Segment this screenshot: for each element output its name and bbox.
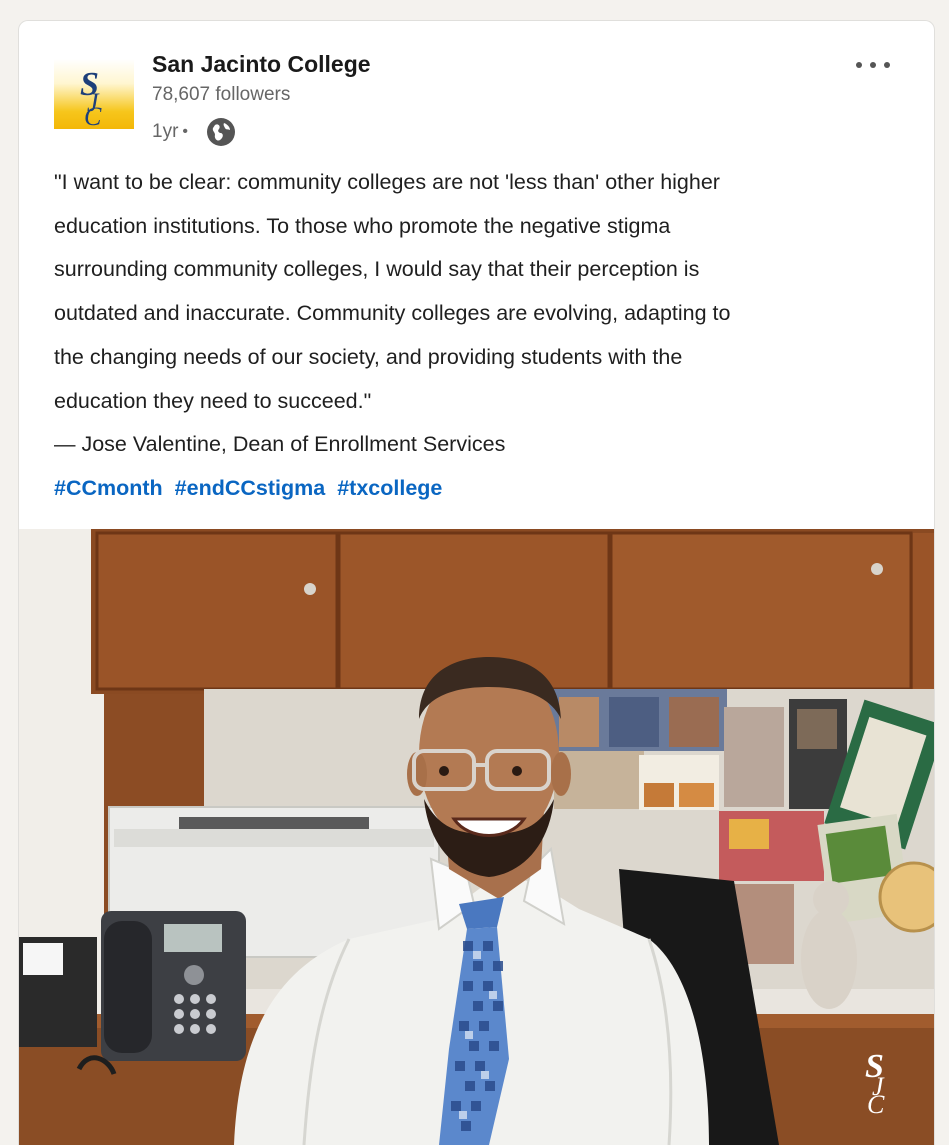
more-dot (884, 62, 890, 68)
company-logo[interactable]: S J C (54, 59, 134, 129)
svg-text:C: C (84, 102, 102, 129)
author-name[interactable]: San Jacinto College (152, 51, 371, 78)
post-text-line: "I want to be clear: community colleges … (54, 170, 720, 194)
meta-separator: • (182, 123, 189, 140)
hashtag-link[interactable]: #CCmonth (54, 476, 163, 500)
office-portrait-photo[interactable]: S J C (19, 529, 934, 1145)
post-body: "I want to be clear: community colleges … (54, 161, 894, 511)
hashtag-link[interactable]: #endCCstigma (175, 476, 326, 500)
post-text-line: the changing needs of our society, and p… (54, 344, 683, 369)
quote-attribution: — Jose Valentine, Dean of Enrollment Ser… (54, 432, 506, 457)
globe-icon (207, 118, 236, 146)
hashtag-link[interactable]: #txcollege (337, 476, 442, 500)
more-dot (856, 62, 862, 68)
follower-count: 78,607 followers (152, 84, 291, 105)
more-dot (870, 62, 876, 68)
hashtag-row: #CCmonth #endCCstigma #txcollege (54, 467, 894, 511)
sjc-logo-icon: S J C (80, 66, 102, 129)
svg-text:C: C (867, 1090, 885, 1119)
post-text-line: outdated and inaccurate. Community colle… (54, 301, 731, 326)
post-text-line: education institutions. To those who pro… (54, 213, 671, 238)
post-text-line: education they need to succeed." (54, 388, 372, 413)
post-card: S J C San Jacinto College 78,607 followe… (18, 20, 935, 1145)
watermark-logo: S J C (865, 1048, 885, 1119)
post-time: 1yr (152, 121, 179, 142)
more-options-icon[interactable] (856, 55, 890, 75)
post-meta: 1yr • (152, 117, 236, 147)
post-text-line: surrounding community colleges, I would … (54, 257, 700, 282)
